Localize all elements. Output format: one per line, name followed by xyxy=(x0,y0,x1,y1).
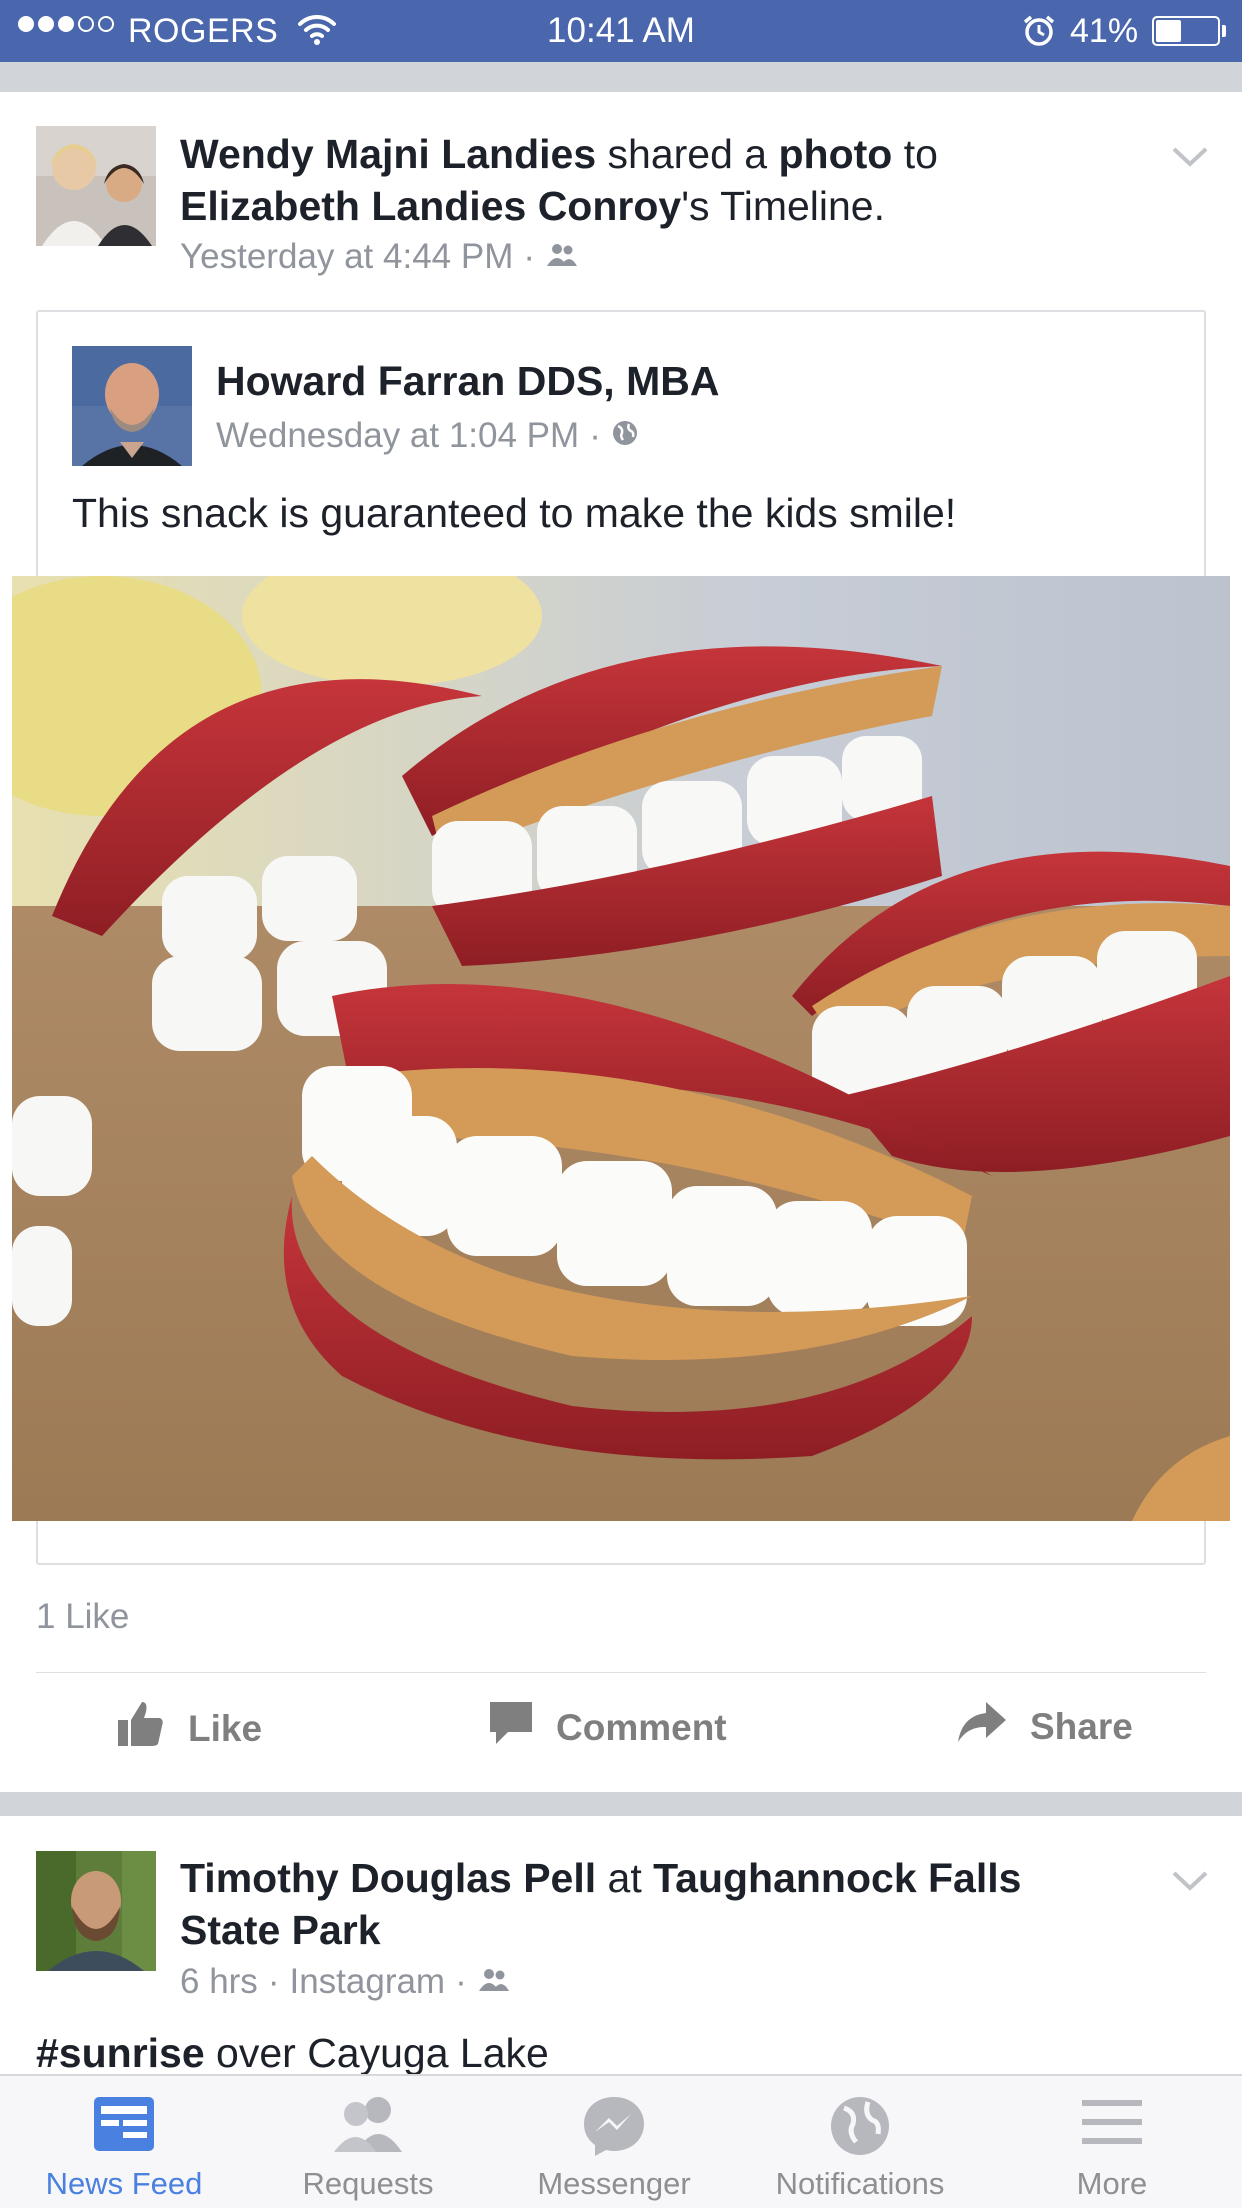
post2-meta: 6 hrs · Instagram · xyxy=(180,1962,511,2002)
tab-label: News Feed xyxy=(45,2166,203,2201)
hamburger-icon xyxy=(988,2094,1236,2160)
feed-separator xyxy=(0,62,1242,92)
friend-requests-icon xyxy=(244,2094,492,2160)
comment-button[interactable]: Comment xyxy=(488,1700,727,1755)
post2-caption: #sunrise over Cayuga Lake xyxy=(36,2030,549,2077)
tab-label: Messenger xyxy=(537,2166,691,2201)
post1-header: Wendy Majni Landies shared a photo to El… xyxy=(180,128,938,232)
share-label: Share xyxy=(1030,1705,1133,1747)
tab-requests[interactable]: Requests xyxy=(244,2076,492,2208)
comment-label: Comment xyxy=(556,1706,727,1748)
tab-more[interactable]: More xyxy=(988,2076,1236,2208)
divider xyxy=(36,1672,1206,1673)
avatar-howard[interactable] xyxy=(72,346,192,466)
public-globe-icon xyxy=(611,416,639,456)
tab-notifications[interactable]: Notifications xyxy=(736,2076,984,2208)
globe-icon xyxy=(736,2094,984,2160)
news-feed-icon xyxy=(0,2094,248,2160)
post1-timestamp[interactable]: Yesterday at 4:44 PM xyxy=(180,237,513,277)
separator-dot: · xyxy=(589,416,601,455)
like-button[interactable]: Like xyxy=(116,1700,262,1757)
tab-label: Requests xyxy=(302,2166,434,2201)
post1-author-link[interactable]: Wendy Majni Landies xyxy=(180,131,596,177)
shared-author-link[interactable]: Howard Farran DDS, MBA xyxy=(216,358,719,405)
tab-label: More xyxy=(1076,2166,1148,2201)
avatar-timothy[interactable] xyxy=(36,1851,156,1971)
post1-target-link[interactable]: Elizabeth Landies Conroy xyxy=(180,183,681,229)
bottom-tab-bar: News Feed Requests Messenger Notificatio… xyxy=(0,2074,1242,2208)
post2-options-chevron-icon[interactable] xyxy=(1170,1868,1210,1894)
alarm-icon xyxy=(1022,14,1056,53)
hashtag-link[interactable]: #sunrise xyxy=(36,2030,205,2076)
post1-action-text: shared a xyxy=(596,131,779,177)
tab-news-feed[interactable]: News Feed xyxy=(0,2076,248,2208)
post2-place-link[interactable]: Taughannock Falls xyxy=(653,1855,1021,1901)
like-label: Like xyxy=(188,1707,263,1749)
post1-likes-count[interactable]: 1 Like xyxy=(36,1597,129,1637)
feed-separator xyxy=(0,1792,1242,1816)
separator-dot: · xyxy=(267,1962,280,2001)
post2-timestamp[interactable]: 6 hrs xyxy=(180,1962,258,2002)
share-arrow-icon xyxy=(956,1700,1008,1753)
post2-place-link-line2[interactable]: State Park xyxy=(180,1907,381,1953)
post1-to-text: to xyxy=(892,131,938,177)
post1-object-link[interactable]: photo xyxy=(779,131,893,177)
post1-target-suffix: 's Timeline. xyxy=(681,183,885,229)
post2-source[interactable]: Instagram xyxy=(289,1962,445,2002)
thumbs-up-icon xyxy=(116,1700,166,1757)
share-button[interactable]: Share xyxy=(956,1700,1133,1753)
friends-audience-icon xyxy=(477,1962,511,2002)
post2-caption-text: over Cayuga Lake xyxy=(204,2030,549,2076)
shared-meta: Wednesday at 1:04 PM · xyxy=(216,416,639,456)
friends-audience-icon xyxy=(545,237,579,277)
separator-dot: · xyxy=(523,237,536,276)
tab-label: Notifications xyxy=(775,2166,945,2201)
tab-messenger[interactable]: Messenger xyxy=(490,2076,738,2208)
post2-author-link[interactable]: Timothy Douglas Pell xyxy=(180,1855,596,1901)
messenger-icon xyxy=(490,2094,738,2160)
post2-at-text: at xyxy=(596,1855,654,1901)
post2-header: Timothy Douglas Pell at Taughannock Fall… xyxy=(180,1852,1021,1956)
battery-icon xyxy=(1152,16,1220,46)
battery-percent: 41% xyxy=(1070,12,1139,50)
separator-dot: · xyxy=(455,1962,467,2001)
status-bar: ROGERS 10:41 AM 41% xyxy=(0,0,1242,62)
battery-tip xyxy=(1222,25,1226,37)
post-photo[interactable] xyxy=(12,576,1230,1521)
post1-options-chevron-icon[interactable] xyxy=(1170,144,1210,170)
avatar-wendy[interactable] xyxy=(36,126,156,246)
shared-post-text: This snack is guaranteed to make the kid… xyxy=(72,490,957,536)
comment-bubble-icon xyxy=(488,1700,534,1755)
post1-meta: Yesterday at 4:44 PM · xyxy=(180,237,579,277)
shared-timestamp[interactable]: Wednesday at 1:04 PM xyxy=(216,416,579,456)
